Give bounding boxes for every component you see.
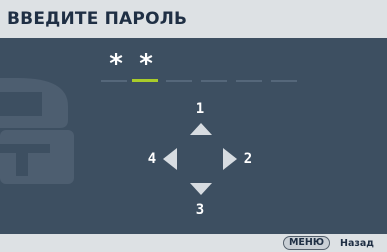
- password-slot: [201, 80, 227, 82]
- key-down-label: 3: [195, 202, 205, 218]
- key-right-label: 2: [243, 151, 253, 167]
- password-dialog: ВВЕДИТЕ ПАРОЛЬ * * 1 4 2 3 МЕНЮ Назад: [0, 0, 387, 252]
- password-slot: [166, 80, 192, 82]
- arrow-down-icon[interactable]: [189, 182, 213, 196]
- password-slot: [101, 80, 127, 82]
- back-label: Назад: [340, 238, 374, 249]
- password-char: *: [109, 49, 123, 79]
- arrow-up-icon[interactable]: [189, 122, 213, 136]
- lock-icon: [0, 78, 74, 184]
- arrow-right-icon[interactable]: [222, 147, 238, 171]
- arrow-left-icon[interactable]: [162, 147, 178, 171]
- password-char: *: [139, 49, 153, 79]
- password-slot-active: [132, 79, 158, 82]
- title-bar: ВВЕДИТЕ ПАРОЛЬ: [0, 0, 387, 38]
- menu-button[interactable]: МЕНЮ: [283, 236, 330, 250]
- key-left-label: 4: [147, 151, 157, 167]
- key-up-label: 1: [195, 101, 205, 117]
- password-slot: [271, 80, 297, 82]
- password-slot: [236, 80, 262, 82]
- dialog-title: ВВЕДИТЕ ПАРОЛЬ: [7, 9, 188, 29]
